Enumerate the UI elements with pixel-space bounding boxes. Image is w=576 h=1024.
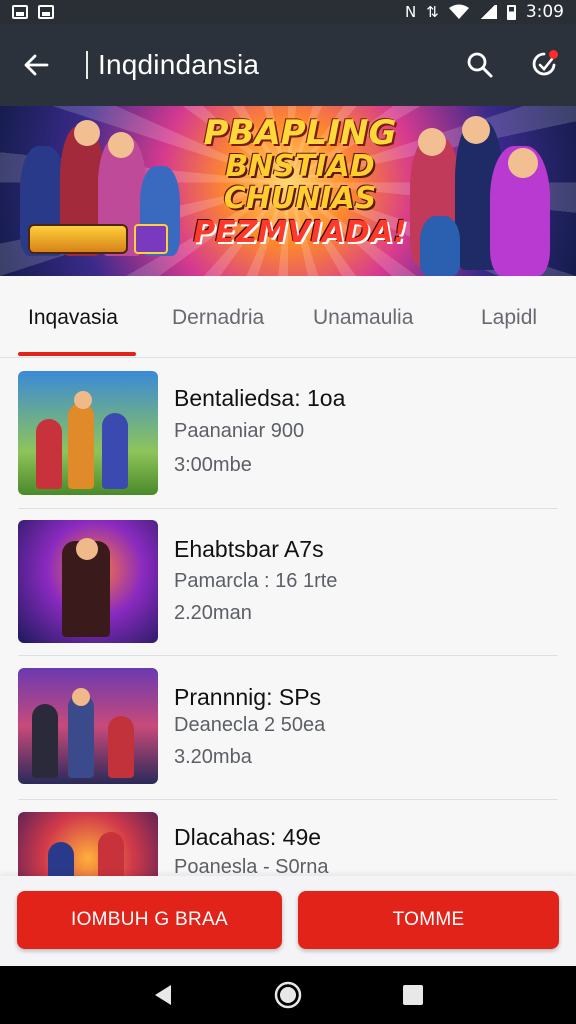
item-subtitle: Pamarcla : 16 1rte [174,570,338,592]
thumb-figure [48,842,74,878]
nav-home-icon [274,981,302,1009]
gallery-icon [12,5,28,19]
banner-title-line1: PBAPLING [203,113,397,153]
game-thumbnail [18,371,158,495]
vibrate-icon: ⇅ [426,2,439,21]
list-item[interactable]: Prannnig: SPs Deanecla 2 50ea 3.20mba [0,656,576,801]
banner-hero-face [508,148,538,178]
tab-lapidl[interactable]: Lapidl [481,306,537,330]
thumb-figure [108,716,134,778]
tab-indicator [18,352,136,356]
item-subtitle: Paananiar 900 [174,420,305,442]
battery-icon [506,4,516,20]
nav-home-button[interactable] [264,971,312,1019]
notification-badge [549,50,558,59]
banner-shield [134,224,168,254]
thumb-figure [32,704,58,778]
banner-title-line4: PEZMVIADA! [193,215,407,250]
tab-unamaulia[interactable]: Unamaulia [313,306,413,330]
primary-action-button[interactable]: IOMBUH G BRAA [17,891,282,949]
list-item[interactable]: Ehabtsbar A7s Pamarcla : 16 1rte 2.20man [0,509,576,656]
game-list: Bentaliedsa: 1oa Paananiar 900 3:00mbe E… [0,358,576,878]
banner-hero [420,216,460,276]
thumb-figure [98,832,124,878]
app-screen: N ⇅ 3:09 Inqdindansia PBAPLING BNSTIAD C… [0,0,576,1024]
thumb-figure-head [76,538,98,560]
search-button[interactable] [448,24,512,106]
banner-title-line3: CHUNIAS [223,181,377,216]
thumb-figure [68,403,94,489]
banner-hero-face [462,116,490,144]
banner-title-line2: BNSTIAD [225,149,375,184]
page-title: Inqdindansia [98,49,260,80]
back-button[interactable] [0,24,72,106]
thumb-figure-head [72,688,90,706]
app-bar: Inqdindansia [0,24,576,106]
banner-hero-face [108,132,134,158]
item-title: Ehabtsbar A7s [174,536,324,562]
nav-recents-icon [403,985,424,1005]
system-nav-bar [0,966,576,1024]
nfc-icon: N [405,2,417,21]
list-item[interactable]: Bentaliedsa: 1oa Paananiar 900 3:00mbe [0,358,576,509]
status-time: 3:09 [525,2,564,22]
banner-hero-face [418,128,446,156]
title-divider [86,51,88,79]
back-arrow-icon [24,54,49,76]
search-icon [467,52,493,78]
notification-button[interactable] [512,24,576,106]
bottom-action-bar: IOMBUH G BRAA TOMME [0,876,576,966]
thumb-figure [36,419,62,489]
tab-inqavasia[interactable]: Inqavasia [28,306,118,330]
game-thumbnail [18,812,158,878]
item-title: Prannnig: SPs [174,684,322,710]
tab-bar: Inqavasia Dernadria Unamaulia Lapidl [0,276,576,358]
nav-back-icon [154,985,171,1005]
wifi-icon [448,4,469,19]
item-title: Dlacahas: 49e [174,824,322,850]
image-icon [38,5,54,19]
thumb-figure [68,694,94,778]
banner-logo [28,224,128,254]
item-subtitle: Poanesla - S0rna [174,856,329,878]
banner-hero-face [74,120,100,146]
nav-back-button[interactable] [139,971,187,1019]
item-size: 3.20mba [174,746,252,768]
game-thumbnail [18,520,158,643]
item-size: 2.20man [174,602,252,624]
status-left [12,5,54,19]
secondary-action-button[interactable]: TOMME [298,891,559,949]
signal-icon [478,5,497,19]
nav-recents-button[interactable] [389,971,437,1019]
thumb-figure-head [74,391,92,409]
tab-dernadria[interactable]: Dernadria [172,306,264,330]
thumb-figure [102,413,128,489]
status-bar: N ⇅ 3:09 [0,0,576,24]
status-right: N ⇅ 3:09 [405,2,564,22]
banner-title: PBAPLING BNSTIAD CHUNIAS PEZMVIADA! [190,116,410,248]
list-item[interactable]: Dlacahas: 49e Poanesla - S0rna [0,800,576,878]
item-subtitle: Deanecla 2 50ea [174,714,326,736]
promo-banner[interactable]: PBAPLING BNSTIAD CHUNIAS PEZMVIADA! [0,106,576,276]
game-thumbnail [18,668,158,784]
item-size: 3:00mbe [174,454,252,476]
item-title: Bentaliedsa: 1oa [174,385,346,411]
